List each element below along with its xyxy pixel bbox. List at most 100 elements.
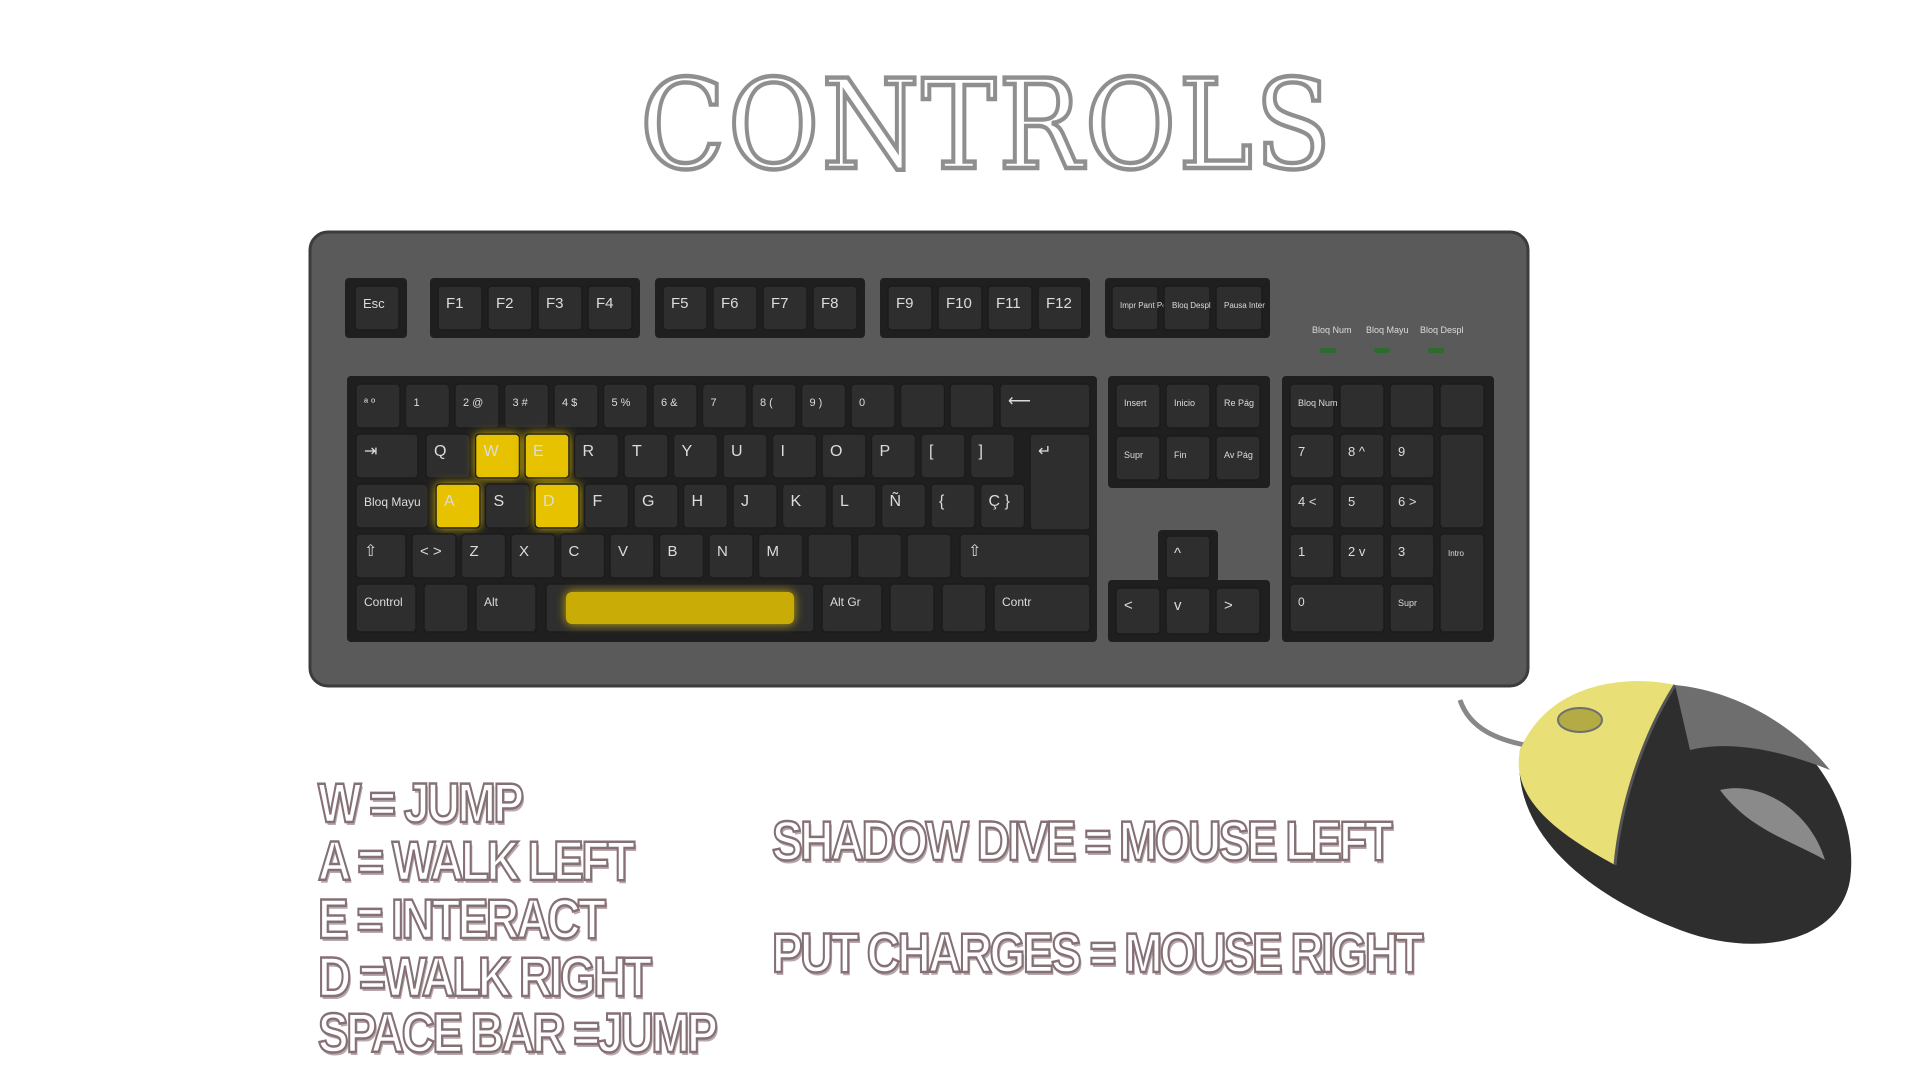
key-label: v xyxy=(1174,597,1182,614)
key-< xyxy=(1115,587,1161,635)
key-label: F xyxy=(593,493,603,510)
key-label: > xyxy=(1224,597,1233,614)
key-label: F4 xyxy=(596,295,614,312)
key-c xyxy=(559,533,606,579)
key-label: Pausa Inter xyxy=(1224,301,1265,310)
indicator-light xyxy=(1428,348,1444,353)
key-u xyxy=(722,433,768,479)
binding-a: A = WALK LEFT xyxy=(317,828,636,894)
key-label: L xyxy=(840,493,849,510)
key-b xyxy=(658,533,705,579)
key-label: 3 xyxy=(1398,544,1405,559)
key-label: ↵ xyxy=(1038,443,1051,460)
key-label: 4 < xyxy=(1298,494,1316,509)
key-7 xyxy=(1289,433,1335,479)
key-3 xyxy=(1389,533,1435,579)
key-1 xyxy=(404,383,451,429)
key-f xyxy=(583,483,630,529)
key-label: F8 xyxy=(821,295,839,312)
key-y xyxy=(672,433,719,479)
key-label: N xyxy=(717,543,728,560)
key-g xyxy=(633,483,679,529)
key-label: G xyxy=(642,493,654,510)
key-blank xyxy=(1439,433,1485,529)
key-l xyxy=(831,483,877,529)
key-label: 4 $ xyxy=(562,397,577,409)
key-label: ⇧ xyxy=(968,543,981,560)
key-label: ⟵ xyxy=(1008,393,1031,410)
key-blank xyxy=(949,383,995,429)
key-q xyxy=(425,433,471,479)
key-d xyxy=(534,483,580,529)
key-label: Control xyxy=(364,595,403,609)
key-label: [ xyxy=(929,443,934,460)
key-n xyxy=(708,533,754,579)
key-label: ª º xyxy=(364,397,375,409)
key-label: U xyxy=(731,443,743,460)
key-s xyxy=(484,483,531,529)
key-blank xyxy=(889,583,935,633)
key-label: ⇥ xyxy=(364,443,377,460)
key-label: Intro xyxy=(1448,549,1465,558)
key-blank xyxy=(423,583,469,633)
key-label: H xyxy=(692,493,704,510)
binding-spacebar: SPACE BAR =JUMP xyxy=(317,1000,719,1066)
key-x xyxy=(510,533,556,579)
key-blank xyxy=(1439,383,1485,429)
key-p xyxy=(870,433,917,479)
key-label: 5 xyxy=(1348,494,1355,509)
key-label: X xyxy=(519,543,529,560)
key-blank xyxy=(807,533,853,579)
indicator-label: Bloq Mayu xyxy=(1366,325,1409,335)
key-label: Supr xyxy=(1398,598,1417,608)
key-label: ] xyxy=(979,443,983,460)
key-9-) xyxy=(800,383,847,429)
key-label: C xyxy=(569,543,580,560)
key-label: < > xyxy=(420,543,442,560)
key-label: Supr xyxy=(1124,450,1143,460)
mouse-icon xyxy=(1457,681,1852,944)
key-label: 3 # xyxy=(513,397,529,409)
key-label: 0 xyxy=(859,397,865,409)
key-label: F12 xyxy=(1046,295,1072,312)
key-z xyxy=(460,533,507,579)
key-k xyxy=(781,483,828,529)
key-label: F1 xyxy=(446,295,464,312)
key-label: P xyxy=(880,443,891,460)
key-t xyxy=(623,433,669,479)
key-ñ xyxy=(880,483,927,529)
key-label: F2 xyxy=(496,295,514,312)
indicator-light xyxy=(1320,348,1336,353)
key-label: Bloq Num xyxy=(1298,398,1338,408)
key-i xyxy=(771,433,818,479)
key-label: { xyxy=(939,493,945,510)
key-label: Contr xyxy=(1002,595,1031,609)
key-label: F10 xyxy=(946,295,972,312)
indicator-light xyxy=(1374,348,1390,353)
binding-mouse-right: PUT CHARGES = MOUSE RIGHT xyxy=(771,920,1425,986)
binding-w: W = JUMP xyxy=(317,770,525,836)
key-blank xyxy=(1339,383,1385,429)
key-label: Q xyxy=(434,443,446,460)
key-label: 0 xyxy=(1298,595,1305,609)
key-label: T xyxy=(632,443,642,460)
binding-mouse-left: SHADOW DIVE = MOUSE LEFT xyxy=(771,808,1394,874)
key-^ xyxy=(1165,535,1211,579)
key-e xyxy=(524,433,570,479)
indicator-label: Bloq Despl xyxy=(1420,325,1464,335)
key-1 xyxy=(1289,533,1335,579)
key-label: V xyxy=(618,543,628,560)
key-label: J xyxy=(741,493,749,510)
key-label: 7 xyxy=(711,397,717,409)
key-label: Bloq Despl xyxy=(1172,301,1211,310)
spacebar-highlight xyxy=(566,592,794,624)
key-label: O xyxy=(830,443,842,460)
key-9 xyxy=(1389,433,1435,479)
key-label: E xyxy=(533,443,544,460)
key-j xyxy=(732,483,778,529)
key-v xyxy=(609,533,655,579)
key-r xyxy=(573,433,620,479)
key-> xyxy=(1215,587,1261,635)
key-label: F11 xyxy=(996,295,1021,312)
key-blank xyxy=(941,583,987,633)
